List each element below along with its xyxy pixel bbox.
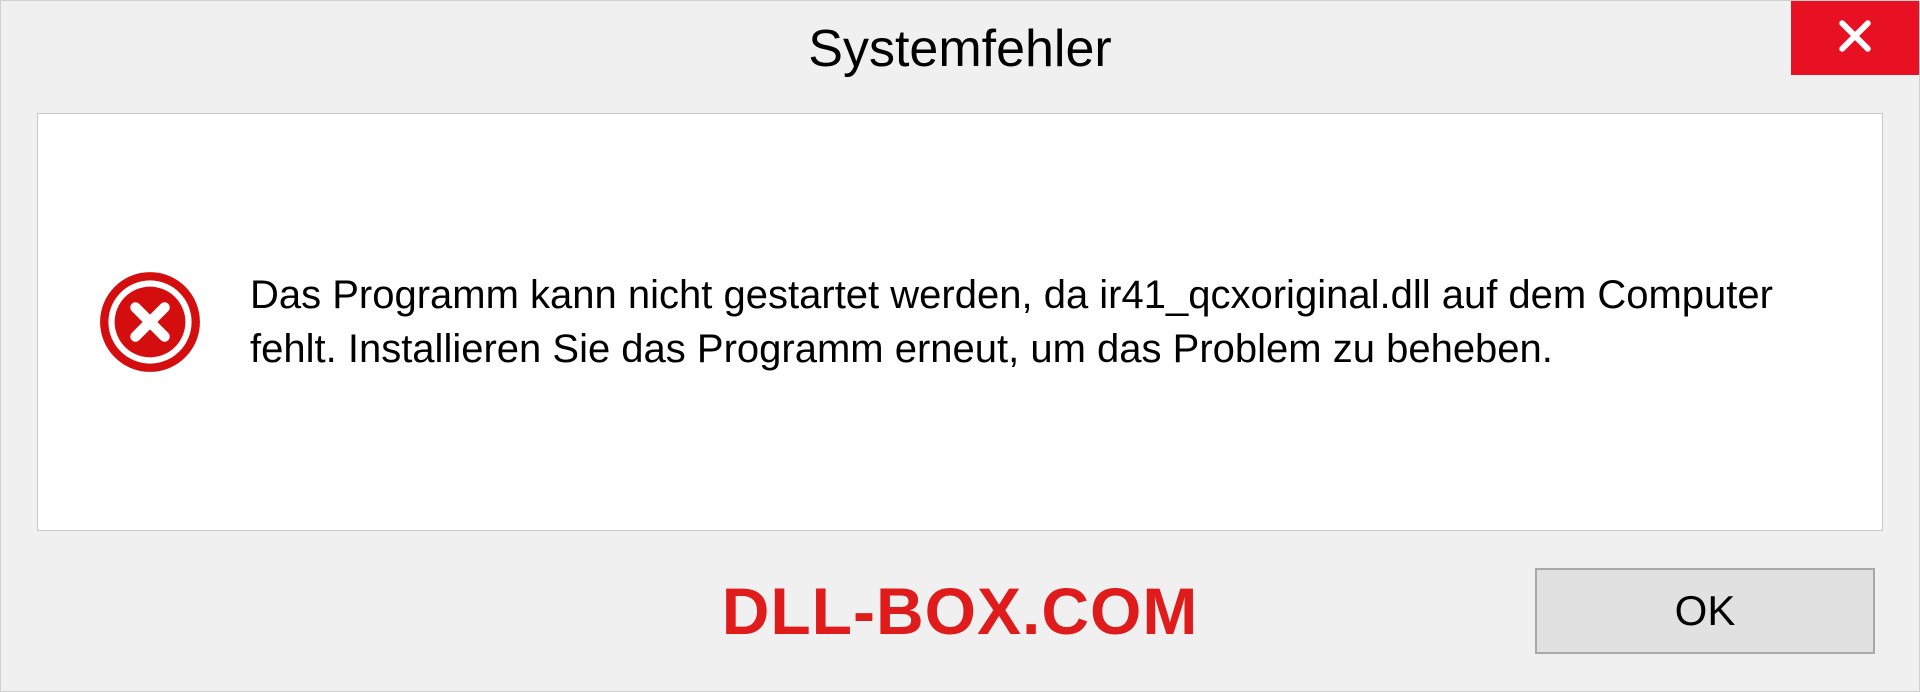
watermark-text: DLL-BOX.COM: [722, 573, 1199, 649]
ok-button[interactable]: OK: [1535, 568, 1875, 654]
dialog-title: Systemfehler: [808, 19, 1111, 79]
close-button[interactable]: [1791, 1, 1919, 75]
error-message: Das Programm kann nicht gestartet werden…: [250, 268, 1802, 376]
close-icon: [1833, 14, 1877, 63]
error-dialog: Systemfehler Das Programm kann nicht ges…: [0, 0, 1920, 692]
titlebar: Systemfehler: [1, 1, 1919, 97]
content-area: Das Programm kann nicht gestartet werden…: [37, 113, 1883, 531]
dialog-footer: DLL-BOX.COM OK: [1, 531, 1919, 691]
error-icon: [98, 270, 202, 374]
